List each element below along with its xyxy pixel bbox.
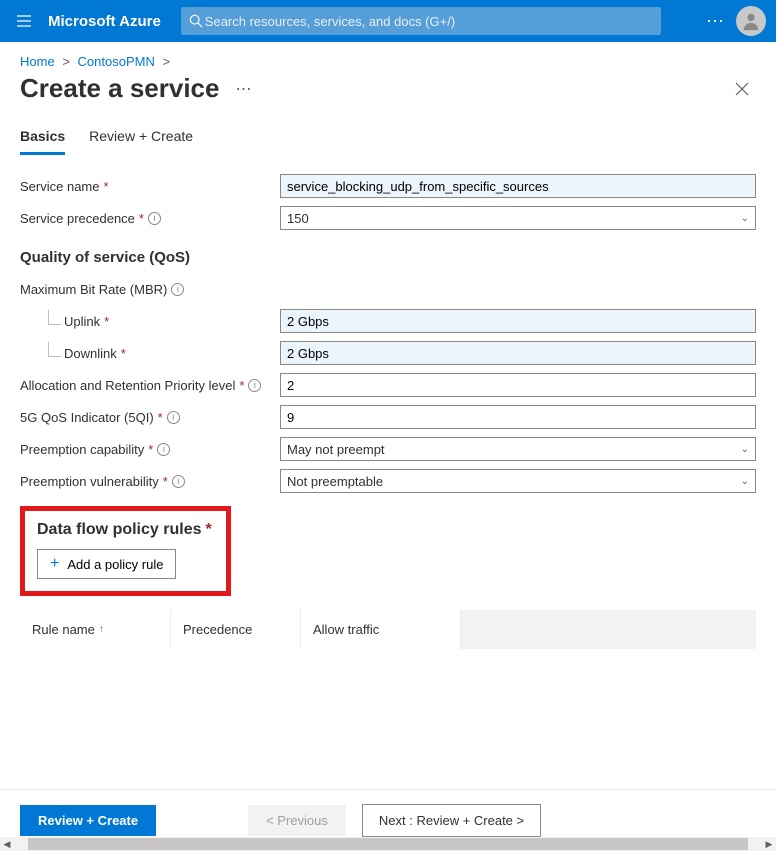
downlink-input[interactable] — [280, 341, 756, 365]
uplink-label: Uplink* — [20, 314, 280, 329]
scroll-left-icon[interactable]: ◀ — [0, 837, 14, 851]
global-search[interactable] — [181, 7, 661, 35]
preemption-capability-select[interactable]: May not preempt ⌄ — [280, 437, 756, 461]
column-spacer — [460, 610, 756, 649]
breadcrumb: Home > ContosoPMN > — [0, 42, 776, 69]
chevron-down-icon: ⌄ — [741, 213, 749, 224]
info-icon[interactable]: i — [171, 283, 184, 296]
preemption-capability-label: Preemption capability* i — [20, 442, 280, 457]
plus-icon: + — [50, 556, 59, 572]
chevron-down-icon: ⌄ — [741, 476, 749, 487]
qos-section-heading: Quality of service (QoS) — [20, 249, 756, 266]
service-name-label: Service name* — [20, 179, 280, 194]
global-search-input[interactable] — [203, 13, 653, 30]
page-actions-overflow-icon[interactable]: ⋯ — [235, 79, 253, 99]
chevron-right-icon: > — [162, 54, 170, 69]
person-icon — [740, 10, 762, 32]
user-avatar[interactable] — [736, 6, 766, 36]
service-precedence-label: Service precedence* i — [20, 211, 280, 226]
chevron-down-icon: ⌄ — [741, 444, 749, 455]
add-policy-rule-label: Add a policy rule — [67, 557, 163, 572]
blade-tabs: Basics Review + Create — [0, 110, 776, 155]
mbr-label: Maximum Bit Rate (MBR) i — [20, 282, 280, 297]
tab-review-create[interactable]: Review + Create — [89, 128, 193, 155]
info-icon[interactable]: i — [248, 379, 261, 392]
form-area: Service name* Service precedence* i 150 … — [0, 155, 776, 649]
topbar-overflow-icon[interactable]: ⋯ — [706, 11, 726, 32]
info-icon[interactable]: i — [172, 475, 185, 488]
review-create-button[interactable]: Review + Create — [20, 805, 156, 836]
info-icon[interactable]: i — [167, 411, 180, 424]
breadcrumb-home[interactable]: Home — [20, 54, 55, 69]
service-name-input[interactable] — [280, 174, 756, 198]
global-topbar: Microsoft Azure ⋯ — [0, 0, 776, 42]
scrollbar-thumb[interactable] — [28, 838, 748, 850]
info-icon[interactable]: i — [148, 212, 161, 225]
column-rule-name[interactable]: Rule name ↑ — [20, 610, 170, 649]
search-icon — [189, 14, 203, 28]
fiveqi-label: 5G QoS Indicator (5QI)* i — [20, 410, 280, 425]
page-header: Create a service ⋯ — [0, 69, 776, 110]
sort-ascending-icon: ↑ — [99, 624, 104, 635]
chevron-right-icon: > — [62, 54, 70, 69]
column-precedence[interactable]: Precedence — [170, 610, 300, 649]
close-blade-button[interactable] — [728, 75, 756, 103]
horizontal-scrollbar[interactable]: ◀ ▶ — [0, 837, 776, 851]
service-precedence-select[interactable]: 150 ⌄ — [280, 206, 756, 230]
add-policy-rule-button[interactable]: + Add a policy rule — [37, 549, 176, 579]
wizard-footer: Review + Create < Previous Next : Review… — [0, 789, 776, 837]
tab-basics[interactable]: Basics — [20, 128, 65, 155]
policy-rules-heading: Data flow policy rules* — [37, 521, 212, 539]
arp-label: Allocation and Retention Priority level*… — [20, 378, 280, 393]
breadcrumb-resource[interactable]: ContosoPMN — [78, 54, 155, 69]
scroll-right-icon[interactable]: ▶ — [762, 837, 776, 851]
previous-button: < Previous — [248, 805, 346, 836]
info-icon[interactable]: i — [157, 443, 170, 456]
uplink-input[interactable] — [280, 309, 756, 333]
fiveqi-input[interactable] — [280, 405, 756, 429]
preemption-vulnerability-label: Preemption vulnerability* i — [20, 474, 280, 489]
close-icon — [735, 82, 749, 96]
preemption-vulnerability-select[interactable]: Not preemptable ⌄ — [280, 469, 756, 493]
callout-highlight: Data flow policy rules* + Add a policy r… — [20, 506, 231, 596]
downlink-label: Downlink* — [20, 346, 280, 361]
column-allow-traffic[interactable]: Allow traffic — [300, 610, 460, 649]
policy-rules-table-header: Rule name ↑ Precedence Allow traffic — [20, 610, 756, 649]
page-title: Create a service — [20, 73, 219, 104]
brand-label[interactable]: Microsoft Azure — [48, 13, 161, 30]
hamburger-menu-icon[interactable] — [10, 7, 38, 35]
next-button[interactable]: Next : Review + Create > — [362, 804, 541, 837]
arp-input[interactable] — [280, 373, 756, 397]
